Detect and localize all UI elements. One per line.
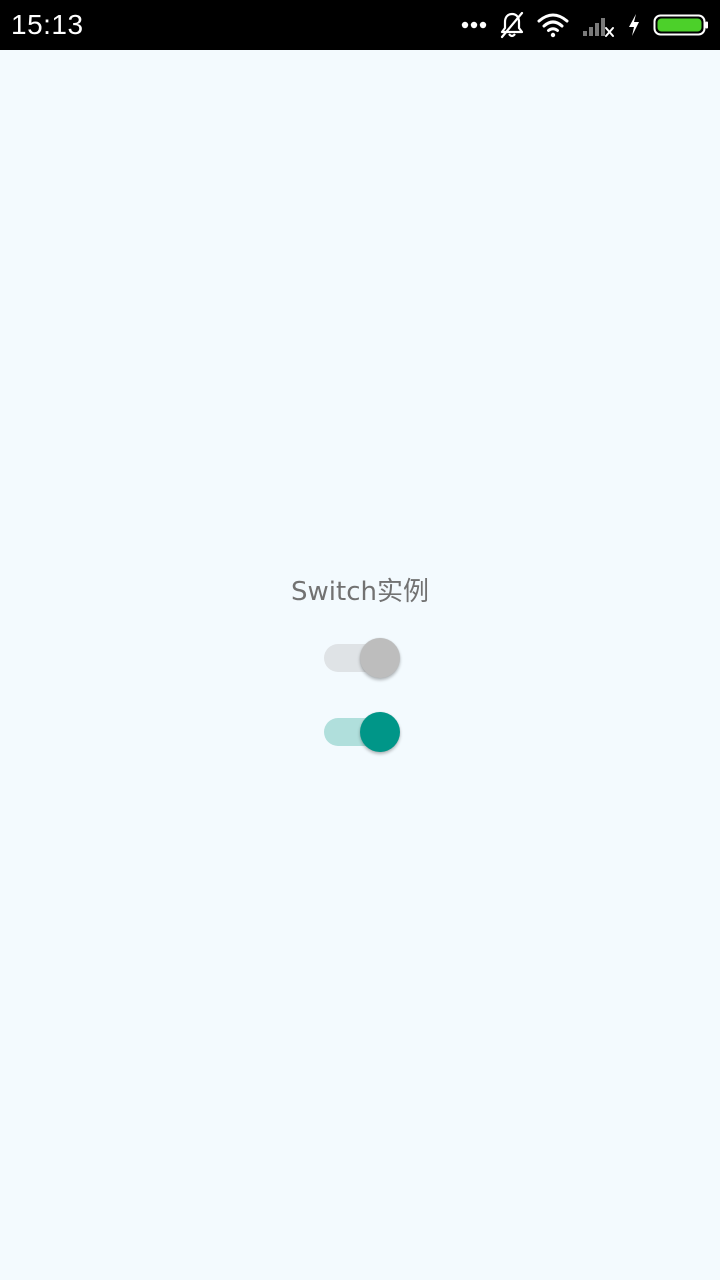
status-time: 15:13: [11, 9, 84, 40]
charging-bolt-icon: [627, 13, 641, 37]
switch-thumb: [360, 712, 400, 752]
page-title: Switch实例: [291, 577, 429, 607]
status-icons: [461, 9, 709, 41]
notifications-off-icon: [499, 11, 525, 39]
switch-toggle-on[interactable]: [324, 710, 402, 754]
signal-no-service-icon: [581, 12, 615, 38]
switch-thumb: [360, 638, 400, 678]
status-bar: 15:13: [0, 0, 720, 50]
battery-full-icon: [653, 13, 709, 37]
wifi-icon: [537, 12, 569, 38]
more-dots-icon: [461, 20, 487, 30]
switch-toggle-off[interactable]: [324, 636, 402, 680]
main-content: Switch实例: [0, 50, 720, 1280]
